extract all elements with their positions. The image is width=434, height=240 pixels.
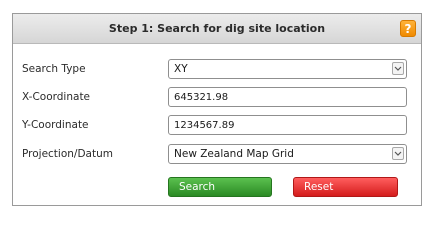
search-panel: Step 1: Search for dig site location ? S… xyxy=(12,13,422,206)
search-type-select[interactable]: XY xyxy=(168,59,407,79)
help-button[interactable]: ? xyxy=(400,20,416,37)
panel-title: Step 1: Search for dig site location xyxy=(108,22,326,35)
reset-button[interactable]: Reset xyxy=(293,177,398,197)
y-coordinate-field[interactable] xyxy=(168,115,407,135)
x-coordinate-field[interactable] xyxy=(168,87,407,107)
chevron-down-icon[interactable] xyxy=(392,62,404,75)
search-type-value: XY xyxy=(174,63,188,75)
search-type-label: Search Type xyxy=(22,63,86,75)
x-coordinate-label: X-Coordinate xyxy=(22,91,91,103)
projection-label: Projection/Datum xyxy=(22,148,113,160)
panel-header: Step 1: Search for dig site location ? xyxy=(13,14,421,44)
projection-select[interactable]: New Zealand Map Grid xyxy=(168,144,407,164)
chevron-down-icon[interactable] xyxy=(392,147,404,160)
projection-value: New Zealand Map Grid xyxy=(174,148,294,160)
y-coordinate-label: Y-Coordinate xyxy=(22,119,89,131)
search-button[interactable]: Search xyxy=(168,177,272,197)
